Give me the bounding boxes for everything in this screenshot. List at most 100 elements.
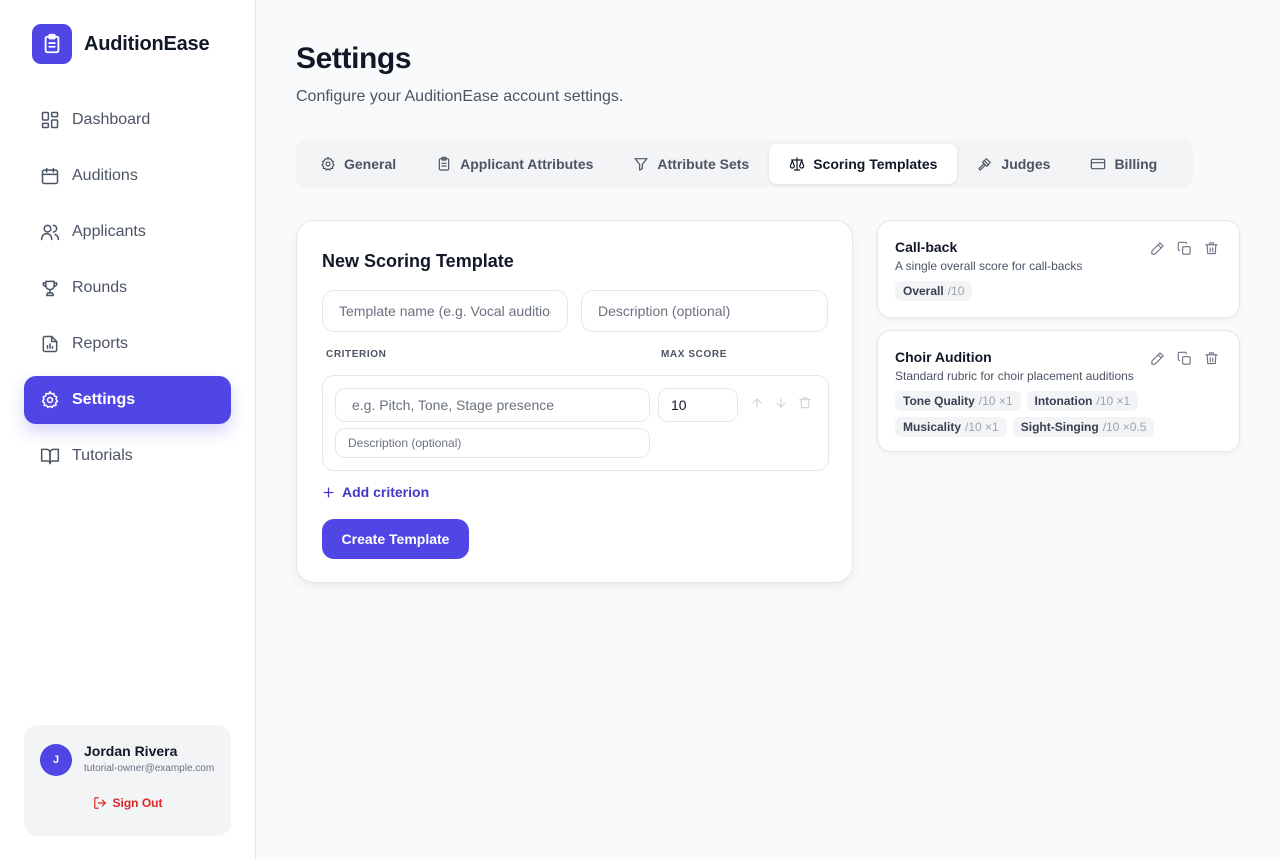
- sidebar-nav: Dashboard Auditions Applicants Rounds Re…: [24, 96, 231, 488]
- sidebar-item-label: Applicants: [72, 223, 146, 240]
- trash-icon: [1205, 352, 1218, 365]
- copy-icon: [1177, 241, 1191, 255]
- template-name: Call-back: [895, 239, 958, 255]
- scale-icon: [789, 156, 805, 171]
- form-title: New Scoring Template: [322, 251, 514, 271]
- copy-icon: [1177, 351, 1191, 365]
- brand-name: AuditionEase: [84, 32, 210, 55]
- add-criterion-button[interactable]: Add criterion: [322, 484, 429, 500]
- criterion-column-header: CRITERION: [326, 349, 387, 360]
- credit-card-icon: [1091, 158, 1106, 169]
- tab-scoring-templates[interactable]: Scoring Templates: [769, 143, 958, 184]
- sidebar-item-reports[interactable]: Reports: [24, 320, 231, 368]
- arrow-up-icon[interactable]: [750, 396, 764, 410]
- sidebar-item-dashboard[interactable]: Dashboard: [24, 96, 231, 144]
- log-out-icon: [93, 797, 106, 809]
- max-score-input[interactable]: [658, 388, 738, 422]
- template-actions: [1150, 241, 1219, 256]
- sidebar-item-label: Auditions: [72, 167, 138, 184]
- template-description: A single overall score for call-backs: [895, 259, 1083, 273]
- gear-icon: [321, 156, 335, 171]
- delete-template-button[interactable]: [1204, 351, 1219, 366]
- trash-icon: [1205, 242, 1218, 255]
- template-description: Standard rubric for choir placement audi…: [895, 369, 1134, 383]
- template-name: Choir Audition: [895, 349, 992, 365]
- criterion-name-input[interactable]: [335, 388, 650, 422]
- trash-icon[interactable]: [798, 396, 812, 410]
- sidebar-item-label: Reports: [72, 335, 129, 352]
- clipboard-list-icon: [32, 24, 72, 64]
- pencil-icon: [1151, 352, 1164, 365]
- chip-meta: /10: [947, 284, 965, 298]
- criterion-chip: Overall/10: [895, 281, 973, 301]
- sidebar-item-rounds[interactable]: Rounds: [24, 264, 231, 312]
- create-template-button[interactable]: Create Template: [322, 519, 469, 559]
- chip-meta: /10 ×1: [965, 420, 999, 434]
- tab-judges[interactable]: Judges: [957, 144, 1070, 184]
- tab-applicant-attributes[interactable]: Applicant Attributes: [416, 144, 613, 184]
- tab-label: Scoring Templates: [813, 155, 938, 172]
- sidebar-item-settings[interactable]: Settings: [24, 376, 231, 424]
- sidebar-item-label: Tutorials: [72, 447, 133, 464]
- criteria-chips: Tone Quality/10 ×1 Intonation/10 ×1 Musi…: [895, 391, 1215, 437]
- chip-name: Sight-Singing: [1020, 420, 1099, 434]
- edit-template-button[interactable]: [1150, 241, 1165, 256]
- duplicate-template-button[interactable]: [1177, 241, 1192, 256]
- new-template-form: New Scoring Template CRITERION MAX SCORE…: [296, 220, 853, 583]
- chip-name: Overall: [903, 284, 944, 298]
- arrow-down-icon[interactable]: [774, 396, 788, 410]
- user-card: J Jordan Rivera tutorial-owner@example.c…: [24, 725, 231, 836]
- user-name: Jordan Rivera: [84, 743, 178, 759]
- sidebar: AuditionEase Dashboard Auditions Applica…: [0, 0, 256, 860]
- tab-label: Applicant Attributes: [460, 155, 594, 172]
- sidebar-item-auditions[interactable]: Auditions: [24, 152, 231, 200]
- template-name-input[interactable]: [322, 290, 568, 332]
- chip-name: Tone Quality: [903, 394, 975, 408]
- tab-label: Attribute Sets: [657, 155, 750, 172]
- chip-meta: /10 ×0.5: [1102, 420, 1147, 434]
- sign-out-label: Sign Out: [112, 796, 163, 810]
- criterion-row: [322, 375, 829, 471]
- trophy-icon: [42, 280, 58, 297]
- template-actions: [1150, 351, 1219, 366]
- filter-icon: [634, 157, 649, 171]
- chip-meta: /10 ×1: [1096, 394, 1131, 408]
- plus-icon: [323, 487, 334, 497]
- tab-label: Billing: [1114, 155, 1158, 172]
- users-icon: [40, 224, 60, 241]
- criterion-chip: Tone Quality/10 ×1: [895, 391, 1021, 411]
- pencil-icon: [1151, 242, 1164, 255]
- tab-attribute-sets[interactable]: Attribute Sets: [613, 144, 769, 184]
- calendar-icon: [41, 167, 59, 185]
- file-chart-icon: [42, 335, 58, 353]
- chip-meta: /10 ×1: [978, 394, 1013, 408]
- duplicate-template-button[interactable]: [1177, 351, 1192, 366]
- page-title: Settings: [296, 42, 412, 75]
- criterion-actions: [750, 396, 812, 410]
- chip-name: Musicality: [903, 420, 962, 434]
- template-card: Choir Audition Standard rubric for choir…: [877, 330, 1240, 452]
- sidebar-item-tutorials[interactable]: Tutorials: [24, 432, 231, 480]
- template-card: Call-back A single overall score for cal…: [877, 220, 1240, 318]
- template-description-input[interactable]: [581, 290, 828, 332]
- avatar: J: [40, 744, 72, 776]
- page-subtitle: Configure your AuditionEase account sett…: [296, 88, 624, 105]
- edit-template-button[interactable]: [1150, 351, 1165, 366]
- sidebar-item-label: Rounds: [72, 279, 128, 296]
- tab-general[interactable]: General: [300, 144, 416, 184]
- gavel-icon: [978, 157, 992, 171]
- chip-name: Intonation: [1034, 394, 1093, 408]
- gear-icon: [41, 390, 59, 409]
- delete-template-button[interactable]: [1204, 241, 1219, 256]
- add-criterion-label: Add criterion: [342, 484, 430, 500]
- tab-label: Judges: [1001, 155, 1051, 172]
- sidebar-item-label: Dashboard: [72, 111, 151, 128]
- tab-label: General: [344, 155, 397, 172]
- criterion-description-input[interactable]: [335, 428, 650, 458]
- max-score-column-header: MAX SCORE: [661, 349, 727, 360]
- settings-tabs: General Applicant Attributes Attribute S…: [296, 139, 1193, 188]
- tab-billing[interactable]: Billing: [1070, 144, 1177, 184]
- brand[interactable]: AuditionEase: [32, 24, 210, 64]
- sidebar-item-applicants[interactable]: Applicants: [24, 208, 231, 256]
- sign-out-button[interactable]: Sign Out: [24, 796, 231, 810]
